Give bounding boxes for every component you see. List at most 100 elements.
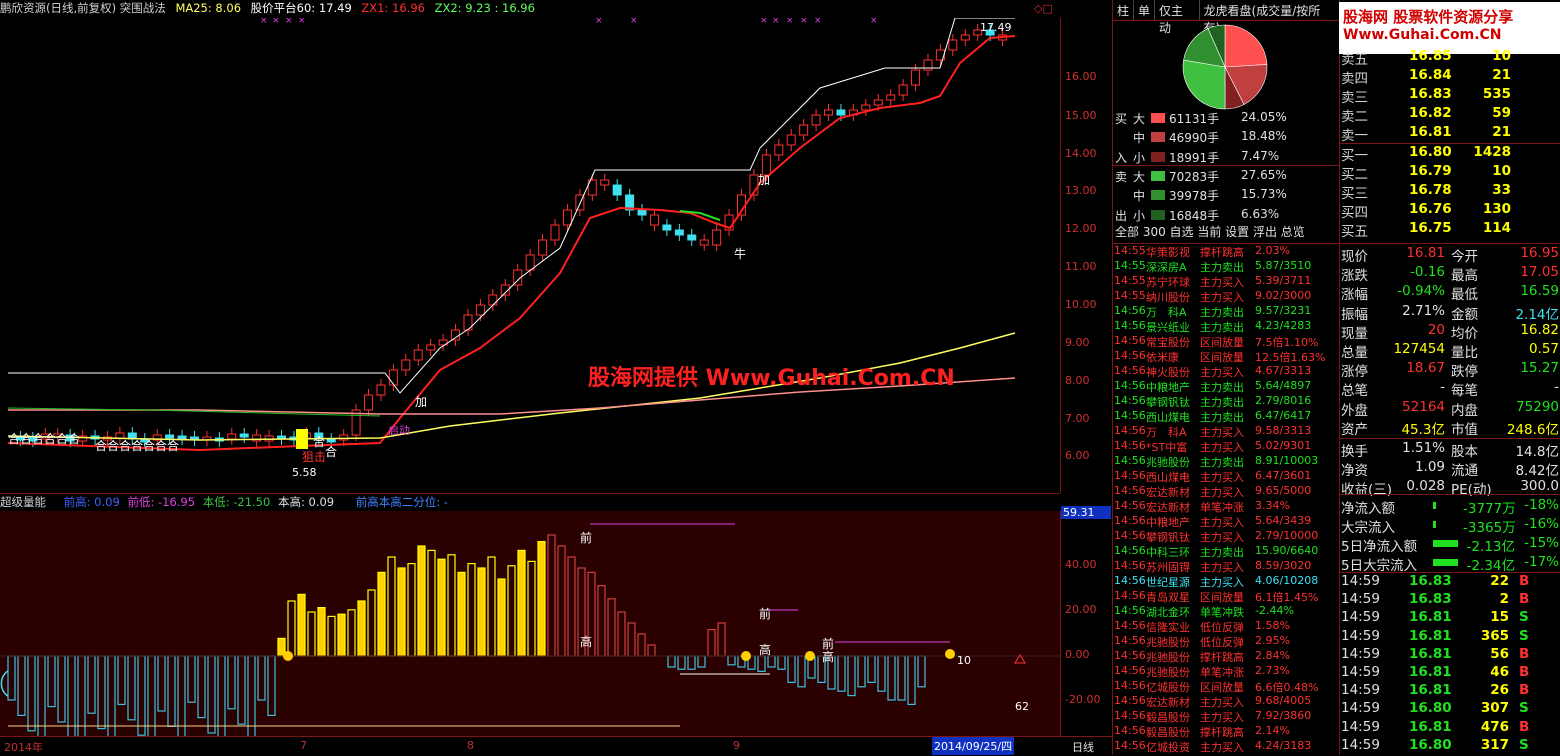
window-control-icon[interactable]: ◇□ (1034, 2, 1053, 15)
volume-energy-chart[interactable]: 前 高 前 高 前 高 10 62 (0, 511, 1060, 736)
feed-row[interactable]: 14:56 毅昌股份 撑杆跳高 2.14% (1113, 724, 1339, 739)
tab-bar[interactable]: 柱 (1113, 0, 1135, 20)
feed-stock-name[interactable]: 景兴纸业 (1146, 319, 1190, 335)
trade-ticks[interactable]: 14:59 16.83 22 B 14:59 16.83 2 B 14:59 16.81 15 S 14… (1339, 572, 1560, 756)
feed-stock-name[interactable]: 世纪星源 (1146, 574, 1190, 590)
order-book-row[interactable]: 买二 16.79 10 (1339, 163, 1560, 183)
feed-stock-name[interactable]: 亿城投资 (1146, 739, 1190, 755)
feed-row[interactable]: 14:55 苏宁环球 主力买入 5.39/3711 (1113, 274, 1339, 289)
feed-row[interactable]: 14:56 亿城股份 区间放量 6.6倍0.48% (1113, 679, 1339, 694)
feed-stock-name[interactable]: 华策影视 (1146, 244, 1190, 260)
feed-stock-name[interactable]: 宏达新材 (1146, 694, 1190, 710)
feed-action: 单笔冲涨 (1200, 501, 1244, 514)
feed-stock-name[interactable]: 依米康 (1146, 349, 1179, 365)
feed-stock-name[interactable]: 中科三环 (1146, 544, 1190, 560)
feed-row[interactable]: 14:56 攀钢钒钛 主力卖出 2.79/8016 (1113, 394, 1339, 409)
date-label: 8 (467, 739, 474, 752)
feed-stock-name[interactable]: 万 科A (1146, 304, 1187, 320)
feed-row[interactable]: 14:56 宏达新材 单笔冲涨 3.34% (1113, 499, 1339, 514)
feed-row[interactable]: 14:56 依米康 区间放量 12.5倍1.63% (1113, 349, 1339, 364)
feed-row[interactable]: 14:56 青岛双星 区间放量 6.1倍1.45% (1113, 589, 1339, 604)
feed-row[interactable]: 14:56 西山煤电 主力买入 6.47/3601 (1113, 469, 1339, 484)
feed-stock-name[interactable]: 深深房A (1146, 259, 1187, 275)
feed-stock-name[interactable]: 西山煤电 (1146, 469, 1190, 485)
feed-stock-name[interactable]: 苏州固锝 (1146, 559, 1190, 575)
feed-stock-name[interactable]: 中粮地产 (1146, 514, 1190, 530)
feed-stock-name[interactable]: *ST中富 (1146, 439, 1187, 455)
feed-row[interactable]: 14:55 纳川股份 主力买入 9.02/3000 (1113, 289, 1339, 304)
feed-row[interactable]: 14:56 万 科A 主力买入 9.58/3313 (1113, 424, 1339, 439)
feed-stock-name[interactable]: 神火股份 (1146, 364, 1190, 380)
feed-filter-tabs[interactable]: 全部 300 自选 当前 设置 浮出 总览 (1115, 223, 1305, 240)
feed-time: 14:56 (1114, 679, 1146, 692)
feed-stock-name[interactable]: 兆驰股份 (1146, 664, 1190, 680)
order-book-price: 16.76 (1409, 200, 1452, 217)
tab-longhu[interactable]: 龙虎看盘(成交量/按所有) (1200, 0, 1339, 35)
feed-time: 14:56 (1114, 559, 1146, 572)
indicator-title[interactable]: 超级量能 (0, 495, 46, 509)
feed-row[interactable]: 14:56 亿城投资 主力买入 4.24/3183 (1113, 739, 1339, 754)
feed-row[interactable]: 14:56 中粮地产 主力卖出 5.64/4897 (1113, 379, 1339, 394)
feed-stock-name[interactable]: 毅昌股份 (1146, 709, 1190, 725)
feed-row[interactable]: 14:56 西山煤电 主力卖出 6.47/6417 (1113, 409, 1339, 424)
feed-stock-name[interactable]: 万 科A (1146, 424, 1187, 440)
feed-row[interactable]: 14:56 世纪星源 主力买入 4.06/10208 (1113, 574, 1339, 589)
candle-body (786, 134, 796, 146)
feed-row[interactable]: 14:56 *ST中富 主力买入 5.02/9301 (1113, 439, 1339, 454)
feed-stock-name[interactable]: 攀钢钒钛 (1146, 529, 1190, 545)
feed-stock-name[interactable]: 亿城股份 (1146, 679, 1190, 695)
feed-stock-name[interactable]: 攀钢钒钛 (1146, 394, 1190, 410)
candlestick-chart[interactable]: × × × × × × × × × × × × 合合合合合合 合合合合合合合 合 合 狙击 … (0, 18, 1060, 493)
feed-stock-name[interactable]: 青岛双星 (1146, 589, 1190, 605)
flow-hands: 61131手 (1169, 112, 1220, 126)
order-book-row[interactable]: 卖四 16.84 21 (1339, 67, 1560, 87)
feed-stock-name[interactable]: 宏达新材 (1146, 484, 1190, 500)
order-book-row[interactable]: 卖二 16.82 59 (1339, 105, 1560, 125)
order-book-row[interactable]: 买三 16.78 33 (1339, 182, 1560, 202)
feed-row[interactable]: 14:56 湖北金环 单笔冲跌 -2.44% (1113, 604, 1339, 619)
feed-row[interactable]: 14:56 苏州固锝 主力买入 8.59/3020 (1113, 559, 1339, 574)
feed-row[interactable]: 14:55 华策影视 撑杆跳高 2.03% (1113, 244, 1339, 259)
feed-row[interactable]: 14:56 神火股份 主力买入 4.67/3313 (1113, 364, 1339, 379)
order-book-row[interactable]: 卖一 16.81 21 (1339, 124, 1560, 144)
order-book-row[interactable]: 买四 16.76 130 (1339, 201, 1560, 221)
feed-row[interactable]: 14:56 万 科A 主力卖出 9.57/3231 (1113, 304, 1339, 319)
feed-row[interactable]: 14:56 景兴纸业 主力卖出 4.23/4283 (1113, 319, 1339, 334)
feed-stock-name[interactable]: 常宝股份 (1146, 334, 1190, 350)
signal-feed[interactable]: 14:55 华策影视 撑杆跳高 2.03% 14:55 深深房A 主力卖出 5.87/3510… (1113, 243, 1339, 756)
feed-stock-name[interactable]: 西山煤电 (1146, 409, 1190, 425)
period-button[interactable]: 日线 (1072, 739, 1094, 755)
order-book-row[interactable]: 买五 16.75 114 (1339, 220, 1560, 240)
feed-row[interactable]: 14:56 兆驰股份 主力卖出 8.91/10003 (1113, 454, 1339, 469)
feed-row[interactable]: 14:56 兆驰股份 单笔冲涨 2.73% (1113, 664, 1339, 679)
feed-stock-name[interactable]: 信隆实业 (1146, 619, 1190, 635)
feed-row[interactable]: 14:56 宏达新材 主力买入 9.68/4005 (1113, 694, 1339, 709)
quote-value: 1.51% (1402, 440, 1445, 456)
feed-stock-name[interactable]: 兆驰股份 (1146, 634, 1190, 650)
tab-active-only[interactable]: 仅主动 (1155, 0, 1200, 35)
feed-row[interactable]: 14:56 兆驰股份 低位反弹 2.95% (1113, 634, 1339, 649)
feed-row[interactable]: 14:55 深深房A 主力卖出 5.87/3510 (1113, 259, 1339, 274)
feed-stock-name[interactable]: 兆驰股份 (1146, 454, 1190, 470)
feed-row[interactable]: 14:56 兆驰股份 撑杆跳高 2.84% (1113, 649, 1339, 664)
feed-row[interactable]: 14:56 信隆实业 低位反弹 1.58% (1113, 619, 1339, 634)
order-book-row[interactable]: 卖五 16.85 10 (1339, 48, 1560, 68)
feed-stock-name[interactable]: 纳川股份 (1146, 289, 1190, 305)
order-book-row[interactable]: 买一 16.80 1428 (1339, 144, 1560, 164)
feed-stock-name[interactable]: 湖北金环 (1146, 604, 1190, 620)
feed-row[interactable]: 14:56 中粮地产 主力买入 5.64/3439 (1113, 514, 1339, 529)
feed-stock-name[interactable]: 宏达新材 (1146, 499, 1190, 515)
feed-row[interactable]: 14:56 毅昌股份 主力买入 7.92/3860 (1113, 709, 1339, 724)
tab-single[interactable]: 单 (1134, 0, 1156, 20)
feed-row[interactable]: 14:56 常宝股份 区间放量 7.5倍1.10% (1113, 334, 1339, 349)
qd-value: 前低: -16.95 (127, 495, 196, 509)
feed-row[interactable]: 14:56 宏达新材 主力买入 9.65/5000 (1113, 484, 1339, 499)
feed-stock-name[interactable]: 毅昌股份 (1146, 724, 1190, 740)
feed-row[interactable]: 14:56 攀钢钒钛 主力买入 2.79/10000 (1113, 529, 1339, 544)
feed-row[interactable]: 14:56 中科三环 主力卖出 15.90/6640 (1113, 544, 1339, 559)
feed-stock-name[interactable]: 中粮地产 (1146, 379, 1190, 395)
feed-stock-name[interactable]: 苏宁环球 (1146, 274, 1190, 290)
order-book-row[interactable]: 卖三 16.83 535 (1339, 86, 1560, 106)
ten-label: 10 (957, 654, 971, 667)
feed-stock-name[interactable]: 兆驰股份 (1146, 649, 1190, 665)
